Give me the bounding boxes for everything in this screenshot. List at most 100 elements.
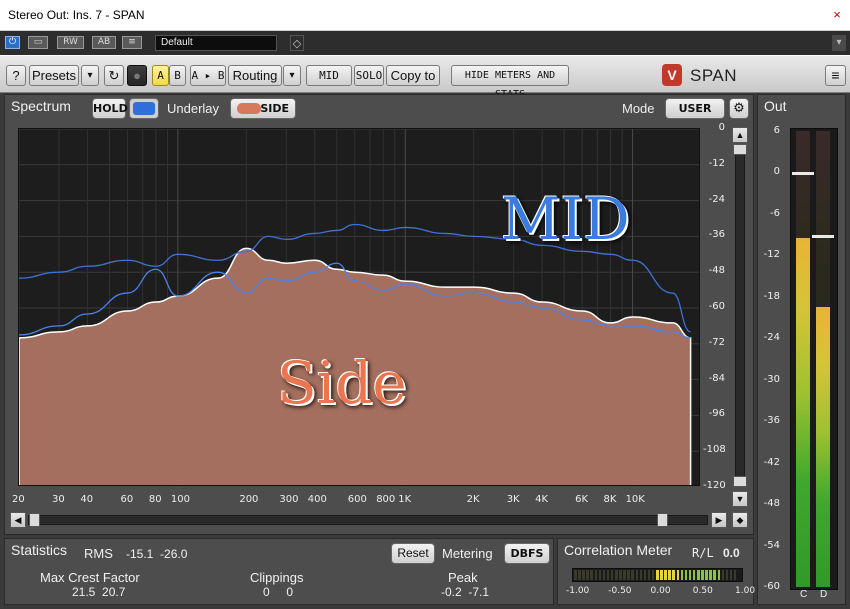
voxengo-logo-icon: V: [662, 64, 682, 86]
correlation-segment: [729, 570, 733, 580]
presets-dropdown-icon[interactable]: ▾: [81, 65, 99, 86]
correlation-segment: [684, 570, 688, 580]
x-tick-label: 2K: [466, 494, 480, 505]
power-icon[interactable]: ⏻: [5, 36, 20, 49]
underlay-label: Underlay: [167, 101, 220, 116]
correlation-segment: [582, 570, 585, 580]
side-color-swatch: [237, 103, 261, 114]
horizontal-scroll-thumb-left[interactable]: [29, 513, 40, 527]
presets-button[interactable]: Presets: [29, 65, 79, 86]
y-tick-label: -12: [708, 157, 725, 169]
x-tick-label: 8K: [603, 494, 617, 505]
routing-button[interactable]: Routing: [228, 65, 282, 86]
x-tick-label: 4K: [535, 494, 549, 505]
max-crest-label: Max Crest Factor: [40, 570, 140, 585]
correlation-title: Correlation Meter: [564, 542, 673, 558]
max-crest-value: 21.5 20.7: [72, 585, 126, 599]
metering-label: Metering: [442, 546, 493, 561]
correlation-tick-label: 0.50: [692, 586, 713, 596]
preset-diamond-icon[interactable]: ◇: [290, 35, 304, 51]
correlation-segment: [680, 570, 684, 580]
meter-tick-label: -30: [763, 373, 780, 385]
correlation-segment: [697, 570, 700, 580]
vertical-scroll-track[interactable]: [735, 145, 745, 477]
spectrum-title: Spectrum: [11, 98, 71, 114]
correlation-segment: [623, 570, 626, 580]
scroll-right-button[interactable]: ▶: [711, 512, 727, 528]
routing-dropdown-icon[interactable]: ▾: [283, 65, 301, 86]
correlation-segment: [639, 570, 643, 580]
main-menu-icon[interactable]: ≡: [825, 65, 846, 86]
a-to-b-button[interactable]: A ▸ B: [190, 65, 226, 86]
close-button[interactable]: ×: [828, 6, 846, 24]
x-tick-label: 300: [279, 494, 299, 505]
scroll-down-button[interactable]: ▼: [732, 491, 748, 507]
correlation-segment: [606, 570, 610, 580]
y-tick-label: -24: [708, 193, 725, 205]
mode-select[interactable]: USER: [665, 98, 725, 119]
y-tick-label: 0: [718, 122, 725, 133]
y-tick-label: -84: [708, 372, 725, 384]
host-preset-field[interactable]: Default: [155, 35, 277, 51]
rms-value: -15.1 -26.0: [126, 547, 188, 561]
zoom-reset-icon[interactable]: ◆: [732, 512, 748, 528]
statistics-panel: Statistics RMS -15.1 -26.0 Reset Meterin…: [4, 538, 554, 605]
vertical-scroll-thumb-bottom[interactable]: [733, 476, 747, 487]
undo-icon[interactable]: ↻: [104, 65, 124, 86]
clippings-value: 0 0: [263, 585, 294, 599]
redo-icon[interactable]: ●: [127, 65, 147, 86]
peak-value: -0.2 -7.1: [441, 585, 490, 599]
correlation-segment: [717, 570, 720, 580]
correlation-segment: [664, 570, 667, 580]
spectrum-svg: [19, 129, 699, 485]
correlation-segment: [656, 570, 659, 580]
state-b-button[interactable]: B: [169, 65, 186, 86]
spectrum-plot[interactable]: MID Side: [18, 128, 700, 486]
host-toolbar: ⏻ ▭ RW AB ≡ Default ▴▾ ◇ ▾: [0, 31, 850, 73]
ab-compare-button[interactable]: AB: [92, 36, 116, 49]
correlation-segment: [635, 570, 638, 580]
horizontal-scroll-track[interactable]: [28, 515, 708, 525]
x-tick-label: 20: [12, 494, 25, 505]
bypass-icon[interactable]: ▭: [28, 36, 48, 49]
correlation-segment: [610, 570, 614, 580]
correlation-segment: [692, 570, 696, 580]
meter-tick-label: -54: [763, 539, 780, 551]
read-write-button[interactable]: RW: [57, 36, 84, 49]
meter-peak-marker: [812, 234, 834, 238]
gear-icon[interactable]: ⚙: [729, 98, 749, 119]
correlation-segment: [651, 570, 655, 580]
channel-label-d: D: [820, 589, 828, 600]
correlation-segment: [590, 570, 593, 580]
mid-color-swatch[interactable]: [129, 98, 159, 119]
host-menu-icon[interactable]: ≡: [122, 36, 142, 49]
correlation-segment: [713, 570, 716, 580]
reset-button[interactable]: Reset: [391, 543, 435, 564]
correlation-segment: [672, 570, 675, 580]
state-a-button[interactable]: A: [152, 65, 169, 86]
meter-tick-label: -36: [763, 415, 780, 427]
correlation-segment: [701, 570, 704, 580]
correlation-segment: [574, 570, 577, 580]
mode-label: Mode: [622, 101, 655, 116]
vertical-scroll-thumb[interactable]: [733, 144, 747, 155]
x-tick-label: 10K: [625, 494, 645, 505]
scroll-left-button[interactable]: ◀: [10, 512, 26, 528]
host-expand-icon[interactable]: ▾: [832, 35, 846, 51]
scroll-up-button[interactable]: ▲: [732, 127, 748, 143]
correlation-segment: [647, 570, 651, 580]
correlation-segment: [725, 570, 729, 580]
correlation-segment: [660, 570, 663, 580]
copy-to-button[interactable]: Copy to: [386, 65, 440, 86]
help-button[interactable]: ?: [6, 65, 26, 86]
hold-button[interactable]: HOLD: [92, 98, 128, 119]
rl-label: R/L: [692, 546, 714, 560]
hide-meters-button[interactable]: HIDE METERS AND STATS: [451, 65, 569, 100]
mid-button[interactable]: MID: [306, 65, 352, 86]
solo-button[interactable]: SOLO: [354, 65, 384, 86]
statistics-title: Statistics: [11, 542, 68, 558]
meter-level-bar: [796, 238, 810, 587]
metering-mode-select[interactable]: DBFS: [504, 543, 550, 564]
meter-peak-marker: [792, 172, 814, 176]
horizontal-scroll-thumb-right[interactable]: [657, 513, 668, 527]
